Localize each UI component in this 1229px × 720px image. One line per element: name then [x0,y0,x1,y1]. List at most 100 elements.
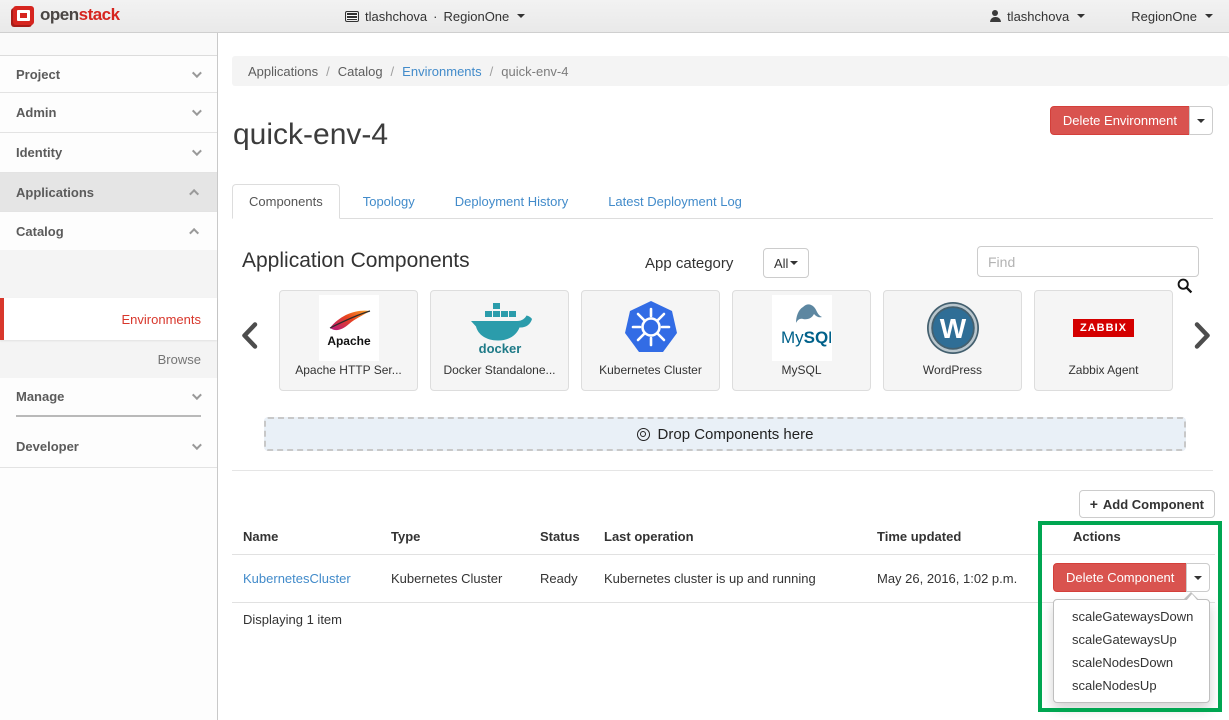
user-menu-label: tlashchova [1007,9,1069,24]
component-card-label: Docker Standalone... [443,363,555,377]
sidebar-item-browse[interactable]: Browse [0,340,217,378]
delete-environment-split-button: Delete Environment [1050,106,1213,135]
add-component-label: Add Component [1103,497,1204,512]
sidebar-item-label: Environments [122,312,201,327]
openstack-logo[interactable]: openstack [13,5,120,25]
drop-components-zone[interactable]: Drop Components here [264,417,1186,451]
breadcrumb: Applications / Catalog / Environments / … [232,56,1229,86]
sidebar-top-strip [0,33,217,56]
sidebar-item-project[interactable]: Project [0,56,217,93]
component-card-label: WordPress [923,363,982,377]
column-header-name: Name [243,529,278,544]
chevron-down-icon [192,440,202,450]
tab-components[interactable]: Components [232,184,340,219]
tab-topology[interactable]: Topology [346,184,432,219]
sidebar-item-label: Browse [158,352,201,367]
openstack-wordmark: openstack [40,5,120,25]
breadcrumb-link-environments[interactable]: Environments [402,64,481,79]
section-heading: Application Components [242,249,470,273]
row-type: Kubernetes Cluster [391,571,502,586]
chevron-up-icon [189,227,199,237]
carousel-next-button[interactable] [1194,322,1211,352]
component-actions-menu: scaleGatewaysDown scaleGatewaysUp scaleN… [1053,599,1210,703]
caret-down-icon [517,14,525,18]
delete-environment-dropdown-toggle[interactable] [1189,106,1213,135]
menu-item-scale-gateways-down[interactable]: scaleGatewaysDown [1054,605,1209,628]
sidebar-item-label: Applications [16,185,94,200]
caret-down-icon [1197,119,1205,123]
tab-deployment-history[interactable]: Deployment History [438,184,585,219]
chevron-up-icon [189,188,199,198]
chevron-down-icon [192,390,202,400]
region-menu-label: RegionOne [1131,9,1197,24]
add-component-button[interactable]: + Add Component [1079,490,1215,518]
tab-bar: Components Topology Deployment History L… [232,184,1213,219]
chevron-down-icon [192,68,202,78]
topbar: openstack tlashchova · RegionOne tlashch… [0,0,1229,33]
carousel-prev-button[interactable] [241,322,258,352]
caret-down-icon [1194,576,1202,580]
find-input[interactable] [977,246,1199,277]
search-icon[interactable] [1177,278,1193,297]
svg-text:Apache: Apache [327,334,371,348]
wordpress-logo-icon: W [925,295,981,361]
delete-component-button[interactable]: Delete Component [1053,563,1187,592]
component-card-kubernetes[interactable]: Kubernetes Cluster [581,290,720,391]
sidebar-item-catalog[interactable]: Catalog [0,212,217,250]
app-category-value: All [774,256,788,271]
sidebar-item-manage[interactable]: Manage [0,378,217,414]
sidebar-item-environments[interactable]: Environments [0,298,217,340]
tab-latest-deployment-log[interactable]: Latest Deployment Log [591,184,759,219]
breadcrumb-separator: / [490,64,494,79]
openstack-cube-icon [13,6,34,25]
component-card-docker[interactable]: docker Docker Standalone... [430,290,569,391]
row-name-link[interactable]: KubernetesCluster [243,571,351,586]
context-project-name: tlashchova [365,9,427,24]
component-card-mysql[interactable]: MySQL. MySQL [732,290,871,391]
component-card-label: Apache HTTP Ser... [295,363,402,377]
page-title: quick-env-4 [233,118,388,152]
manage-underline [16,415,201,417]
sidebar-item-label: Project [16,67,60,82]
svg-text:docker: docker [478,341,521,356]
menu-item-scale-nodes-up[interactable]: scaleNodesUp [1054,674,1209,697]
column-header-type: Type [391,529,420,544]
row-status: Ready [540,571,578,586]
drop-zone-label: Drop Components here [658,426,814,443]
column-header-actions: Actions [1073,529,1121,544]
menu-item-scale-gateways-up[interactable]: scaleGatewaysUp [1054,628,1209,651]
component-card-wordpress[interactable]: W WordPress [883,290,1022,391]
sidebar-item-label: Developer [16,439,79,454]
target-icon [637,428,650,441]
horizon-dashboard: openstack tlashchova · RegionOne tlashch… [0,0,1229,720]
component-card-apache[interactable]: Apache Apache HTTP Ser... [279,290,418,391]
delete-component-dropdown-toggle[interactable] [1186,563,1210,592]
table-header-divider [232,554,1215,555]
mysql-logo-icon: MySQL. [772,295,832,361]
chevron-down-icon [192,146,202,156]
app-category-label: App category [645,255,733,272]
app-category-dropdown[interactable]: All [763,248,809,278]
docker-logo-icon: docker [467,295,533,361]
region-menu[interactable]: RegionOne [1131,9,1213,24]
caret-down-icon [790,261,798,265]
component-card-label: Kubernetes Cluster [599,363,702,377]
component-card-zabbix[interactable]: ZABBIX Zabbix Agent [1034,290,1173,391]
delete-environment-button[interactable]: Delete Environment [1050,106,1190,135]
sidebar-item-admin[interactable]: Admin [0,93,217,133]
sidebar-item-label: Admin [16,105,56,120]
menu-item-scale-nodes-down[interactable]: scaleNodesDown [1054,651,1209,674]
sidebar-item-developer[interactable]: Developer [0,426,217,468]
breadcrumb-separator: / [391,64,395,79]
context-separator: · [433,9,437,24]
breadcrumb-item: Catalog [338,64,383,79]
zabbix-logo-icon: ZABBIX [1073,295,1134,361]
sidebar-item-applications[interactable]: Applications [0,173,217,212]
component-card-label: MySQL [781,363,821,377]
breadcrumb-separator: / [326,64,330,79]
user-menu[interactable]: tlashchova [989,9,1085,24]
sidebar-item-identity[interactable]: Identity [0,133,217,173]
section-divider [232,470,1213,471]
project-region-switcher[interactable]: tlashchova · RegionOne [345,0,525,32]
caret-down-icon [1205,14,1213,18]
